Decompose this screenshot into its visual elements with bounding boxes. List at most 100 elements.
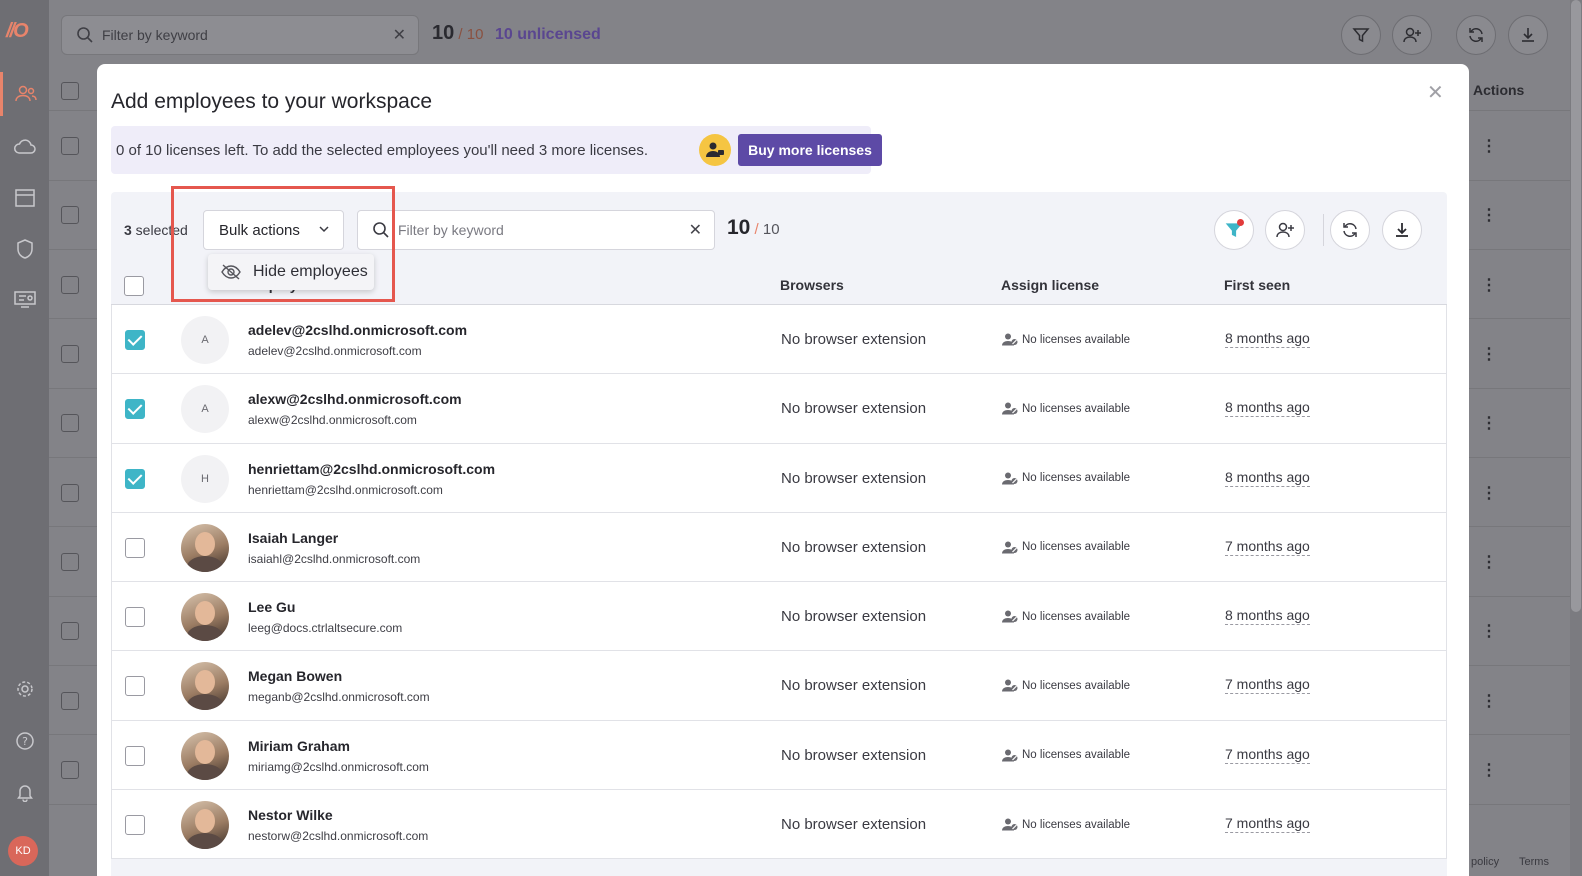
row-menu-icon[interactable]: ⋮ [1481, 205, 1497, 225]
license-status: No licenses available [1002, 541, 1130, 554]
select-all-checkbox[interactable] [124, 276, 144, 296]
row-checkbox[interactable] [125, 399, 145, 420]
table-row[interactable]: Isaiah Langer isaiahl@2cslhd.onmicrosoft.… [111, 512, 1447, 583]
sidebar-item-settings[interactable] [0, 667, 49, 711]
license-message: 0 of 10 licenses left. To add the select… [116, 141, 649, 159]
add-user-icon [1403, 27, 1421, 43]
refresh-button[interactable] [1456, 15, 1496, 55]
table-row[interactable]: Miriam Graham miriamg@2cslhd.onmicrosoft.… [111, 720, 1447, 791]
browser-status: No browser extension [781, 816, 927, 834]
refresh-button[interactable] [1330, 210, 1370, 250]
page-scroll-thumb[interactable] [1571, 0, 1581, 612]
bulk-actions-label: Bulk actions [219, 221, 300, 239]
row-menu-icon[interactable]: ⋮ [1481, 344, 1497, 364]
background-row-checkbox[interactable] [61, 345, 79, 363]
table-row[interactable]: Aalexw@2cslhd.onmicrosoft.com alexw@2cslh… [111, 374, 1447, 444]
sidebar-item-notifications[interactable] [0, 770, 49, 814]
bulk-actions-menu: Hide employees [208, 254, 374, 290]
sidebar-item-training[interactable] [0, 277, 49, 321]
row-menu-icon[interactable]: ⋮ [1481, 621, 1497, 641]
row-menu-icon[interactable]: ⋮ [1481, 691, 1497, 711]
table-row[interactable]: Nestor Wilke nestorw@2cslhd.onmicrosoft.c… [111, 790, 1447, 860]
app-logo[interactable]: //O [6, 20, 29, 43]
background-row-checkbox[interactable] [61, 276, 79, 294]
background-search-input[interactable]: Filter by keyword ✕ [61, 15, 419, 55]
add-user-button[interactable] [1392, 15, 1432, 55]
table-row[interactable]: Lee Gu leeg@docs.ctrlaltsecure.com No brow… [111, 582, 1447, 652]
background-row-checkbox[interactable] [61, 484, 79, 502]
user-avatar[interactable]: KD [8, 836, 38, 866]
employee-avatar [181, 731, 229, 780]
employee-name: Megan Bowen [248, 668, 343, 685]
employee-name: Lee Gu [248, 599, 296, 616]
download-button[interactable] [1508, 15, 1548, 55]
column-browsers[interactable]: Browsers [780, 277, 844, 293]
row-checkbox[interactable] [125, 468, 145, 489]
background-row-checkbox[interactable] [61, 206, 79, 224]
search-input[interactable]: Filter by keyword ✕ [357, 210, 715, 250]
table-row[interactable]: Hhenriettam@2cslhd.onmicrosoft.com henrie… [111, 443, 1447, 513]
sidebar-item-help[interactable]: ? [0, 719, 49, 763]
footer-terms-link[interactable]: Terms [1519, 856, 1549, 868]
sidebar-item-people[interactable] [0, 72, 49, 116]
sidebar-item-cloud[interactable] [0, 125, 49, 169]
sidebar-item-security[interactable] [0, 227, 49, 271]
column-assign-license[interactable]: Assign license [1001, 277, 1099, 293]
background-row-checkbox[interactable] [61, 414, 79, 432]
license-status-text: No licenses available [1022, 679, 1131, 692]
row-checkbox[interactable] [125, 676, 145, 697]
employee-avatar: A [181, 385, 229, 434]
row-checkbox[interactable] [125, 815, 145, 836]
row-menu-icon[interactable]: ⋮ [1481, 552, 1497, 572]
employee-email: nestorw@2cslhd.onmicrosoft.com [248, 829, 429, 844]
background-select-all-checkbox[interactable] [61, 82, 79, 100]
add-user-button[interactable] [1265, 210, 1305, 250]
row-menu-icon[interactable]: ⋮ [1481, 413, 1497, 433]
row-menu-icon[interactable]: ⋮ [1481, 760, 1497, 780]
employee-email: meganb@2cslhd.onmicrosoft.com [248, 690, 430, 705]
background-row-checkbox[interactable] [61, 761, 79, 779]
hide-employees-menu-item[interactable]: Hide employees [253, 263, 368, 281]
table-row[interactable]: Megan Bowen meganb@2cslhd.onmicrosoft.com… [111, 651, 1447, 721]
cloud-icon [13, 139, 36, 154]
employee-avatar [181, 662, 229, 711]
background-row-checkbox[interactable] [61, 692, 79, 710]
first-seen: 8 months ago [1225, 607, 1310, 626]
column-first-seen[interactable]: First seen [1224, 277, 1290, 293]
bulk-actions-dropdown[interactable]: Bulk actions [203, 210, 344, 250]
row-checkbox[interactable] [125, 330, 145, 350]
license-status: No licenses available [1002, 472, 1130, 485]
employee-name: Nestor Wilke [248, 807, 333, 824]
background-row-checkbox[interactable] [61, 553, 79, 571]
license-status: No licenses available [1002, 333, 1130, 346]
background-row-checkbox[interactable] [61, 137, 79, 155]
background-search-placeholder: Filter by keyword [102, 27, 208, 43]
clear-icon[interactable]: ✕ [689, 220, 702, 240]
add-employees-modal: Add employees to your workspace ✕ 0 of 1… [97, 64, 1469, 876]
row-checkbox[interactable] [125, 607, 145, 628]
table-row[interactable]: Aadelev@2cslhd.onmicrosoft.com adelev@2cs… [111, 305, 1447, 375]
close-icon[interactable]: ✕ [1427, 80, 1444, 105]
buy-more-licenses-button[interactable]: Buy more licenses [738, 134, 882, 166]
employee-email: alexw@2cslhd.onmicrosoft.com [248, 413, 417, 428]
row-menu-icon[interactable]: ⋮ [1481, 136, 1497, 156]
clear-icon[interactable]: ✕ [393, 25, 406, 45]
browser-status: No browser extension [781, 746, 927, 764]
license-notice: 0 of 10 licenses left. To add the select… [111, 126, 882, 174]
row-menu-icon[interactable]: ⋮ [1481, 275, 1497, 295]
user-license-icon [1002, 749, 1018, 762]
row-checkbox[interactable] [125, 745, 145, 766]
row-checkbox[interactable] [125, 537, 145, 558]
employee-email: isaiahl@2cslhd.onmicrosoft.com [248, 551, 421, 566]
sidebar-item-browser[interactable] [0, 176, 49, 220]
download-button[interactable] [1382, 210, 1422, 250]
people-icon [15, 85, 37, 102]
row-menu-icon[interactable]: ⋮ [1481, 483, 1497, 503]
filter-button[interactable] [1214, 210, 1254, 250]
footer-policy-link[interactable]: policy [1471, 856, 1499, 868]
filter-button[interactable] [1341, 15, 1381, 55]
training-icon [13, 291, 36, 308]
background-row-checkbox[interactable] [61, 622, 79, 640]
employee-avatar: H [181, 454, 229, 503]
unlicensed-link[interactable]: 10 unlicensed [495, 26, 601, 44]
